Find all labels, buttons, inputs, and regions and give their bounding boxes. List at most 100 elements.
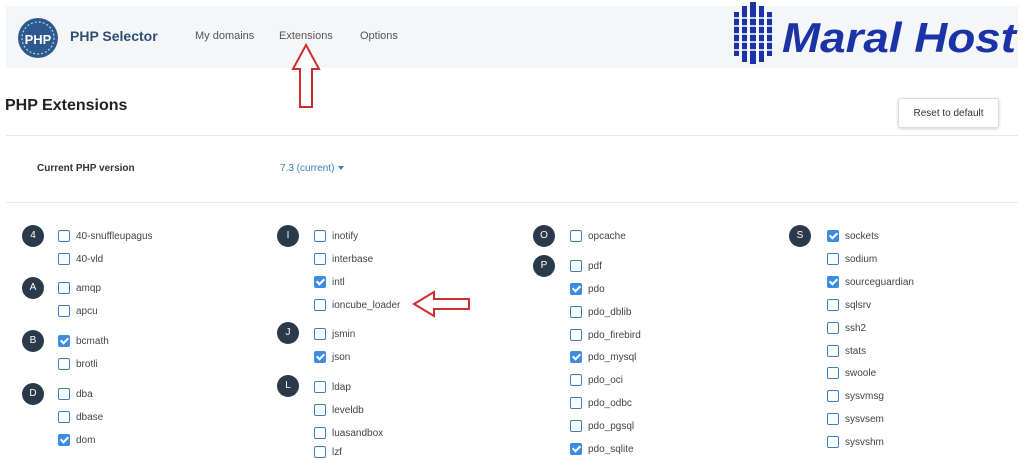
- extension-pdo-firebird[interactable]: pdo_firebird: [570, 327, 641, 343]
- checkbox-checked[interactable]: [314, 276, 326, 288]
- extension-label: luasandbox: [332, 427, 384, 439]
- checkbox[interactable]: [827, 367, 839, 379]
- checkbox-checked[interactable]: [570, 351, 582, 363]
- extension-label: dba: [76, 388, 93, 400]
- checkbox-checked[interactable]: [570, 283, 582, 295]
- extension-label: interbase: [332, 253, 374, 265]
- extension-label: jsmin: [332, 328, 356, 340]
- extension-label: bcmath: [76, 335, 109, 347]
- maralhost-logo: Maral Host: [732, 2, 1018, 64]
- extension-sodium[interactable]: sodium: [827, 251, 877, 267]
- extension-pdf[interactable]: pdf: [570, 258, 602, 274]
- extension-pdo-sqlite[interactable]: pdo_sqlite: [570, 441, 634, 457]
- extension-jsmin[interactable]: jsmin: [314, 326, 355, 342]
- checkbox[interactable]: [58, 253, 70, 265]
- extension-pdo-mysql[interactable]: pdo_mysql: [570, 349, 636, 365]
- checkbox[interactable]: [58, 388, 70, 400]
- extension-40-vld[interactable]: 40-vld: [58, 251, 103, 267]
- extension-40-snuffleupagus[interactable]: 40-snuffleupagus: [58, 228, 153, 244]
- checkbox[interactable]: [314, 328, 326, 340]
- extension-brotli[interactable]: brotli: [58, 356, 98, 372]
- extension-pdo-oci[interactable]: pdo_oci: [570, 372, 623, 388]
- checkbox[interactable]: [570, 260, 582, 272]
- php-logo-icon: PHP: [18, 18, 58, 58]
- checkbox[interactable]: [314, 427, 326, 439]
- checkbox-checked[interactable]: [827, 230, 839, 242]
- extension-pdo[interactable]: pdo: [570, 281, 605, 297]
- extension-pdo-dblib[interactable]: pdo_dblib: [570, 304, 631, 320]
- checkbox[interactable]: [314, 299, 326, 311]
- extension-swoole[interactable]: swoole: [827, 365, 876, 381]
- extension-intl[interactable]: intl: [314, 274, 345, 290]
- nav-extensions[interactable]: Extensions: [279, 30, 333, 42]
- checkbox[interactable]: [570, 397, 582, 409]
- extension-label: ioncube_loader: [332, 299, 401, 311]
- checkbox-checked[interactable]: [58, 335, 70, 347]
- checkbox[interactable]: [58, 230, 70, 242]
- nav-options[interactable]: Options: [360, 30, 398, 42]
- checkbox-checked[interactable]: [570, 443, 582, 455]
- extension-luasandbox[interactable]: luasandbox: [314, 425, 383, 441]
- extension-sysvsem[interactable]: sysvsem: [827, 411, 884, 427]
- extension-lzf[interactable]: lzf: [314, 444, 342, 460]
- checkbox[interactable]: [827, 253, 839, 265]
- checkbox[interactable]: [314, 381, 326, 393]
- extension-label: dbase: [76, 411, 104, 423]
- extension-inotify[interactable]: inotify: [314, 228, 358, 244]
- checkbox[interactable]: [58, 411, 70, 423]
- checkbox[interactable]: [570, 374, 582, 386]
- extension-interbase[interactable]: interbase: [314, 251, 373, 267]
- extension-sqlsrv[interactable]: sqlsrv: [827, 297, 871, 313]
- checkbox[interactable]: [827, 390, 839, 402]
- checkbox[interactable]: [570, 230, 582, 242]
- checkbox[interactable]: [570, 306, 582, 318]
- extension-opcache[interactable]: opcache: [570, 228, 626, 244]
- extension-label: amqp: [76, 282, 102, 294]
- extension-sysvshm[interactable]: sysvshm: [827, 434, 884, 450]
- extension-ioncube-loader[interactable]: ioncube_loader: [314, 297, 400, 313]
- checkbox[interactable]: [827, 299, 839, 311]
- extension-dbase[interactable]: dbase: [58, 409, 103, 425]
- extension-sockets[interactable]: sockets: [827, 228, 879, 244]
- checkbox[interactable]: [827, 345, 839, 357]
- extension-leveldb[interactable]: leveldb: [314, 402, 364, 418]
- checkbox[interactable]: [58, 305, 70, 317]
- group-letter-p: P: [533, 255, 555, 277]
- checkbox[interactable]: [827, 322, 839, 334]
- checkbox[interactable]: [827, 436, 839, 448]
- checkbox[interactable]: [314, 404, 326, 416]
- group-letter-a: A: [22, 277, 44, 299]
- brand-name: Maral Host: [782, 14, 1018, 61]
- extension-pdo-pgsql[interactable]: pdo_pgsql: [570, 418, 634, 434]
- extension-ssh2[interactable]: ssh2: [827, 320, 866, 336]
- extension-apcu[interactable]: apcu: [58, 303, 98, 319]
- extension-ldap[interactable]: ldap: [314, 379, 351, 395]
- checkbox[interactable]: [314, 446, 326, 458]
- extension-sysvmsg[interactable]: sysvmsg: [827, 388, 884, 404]
- checkbox[interactable]: [314, 253, 326, 265]
- extension-dom[interactable]: dom: [58, 432, 95, 448]
- extension-dba[interactable]: dba: [58, 386, 93, 402]
- php-version-dropdown[interactable]: 7.3 (current): [280, 163, 345, 174]
- checkbox[interactable]: [314, 230, 326, 242]
- extension-label: pdf: [588, 260, 602, 272]
- extension-label: sodium: [845, 253, 878, 265]
- extension-stats[interactable]: stats: [827, 343, 866, 359]
- checkbox[interactable]: [827, 413, 839, 425]
- extension-label: json: [332, 351, 351, 363]
- checkbox-checked[interactable]: [827, 276, 839, 288]
- extension-label: sqlsrv: [845, 299, 872, 311]
- reset-to-default-button[interactable]: Reset to default: [898, 98, 999, 128]
- extension-amqp[interactable]: amqp: [58, 280, 101, 296]
- checkbox-checked[interactable]: [314, 351, 326, 363]
- nav-my-domains[interactable]: My domains: [195, 30, 254, 42]
- checkbox[interactable]: [58, 282, 70, 294]
- extension-sourceguardian[interactable]: sourceguardian: [827, 274, 914, 290]
- extension-pdo-odbc[interactable]: pdo_odbc: [570, 395, 632, 411]
- extension-json[interactable]: json: [314, 349, 350, 365]
- extension-bcmath[interactable]: bcmath: [58, 333, 109, 349]
- checkbox-checked[interactable]: [58, 434, 70, 446]
- checkbox[interactable]: [570, 420, 582, 432]
- checkbox[interactable]: [570, 329, 582, 341]
- checkbox[interactable]: [58, 358, 70, 370]
